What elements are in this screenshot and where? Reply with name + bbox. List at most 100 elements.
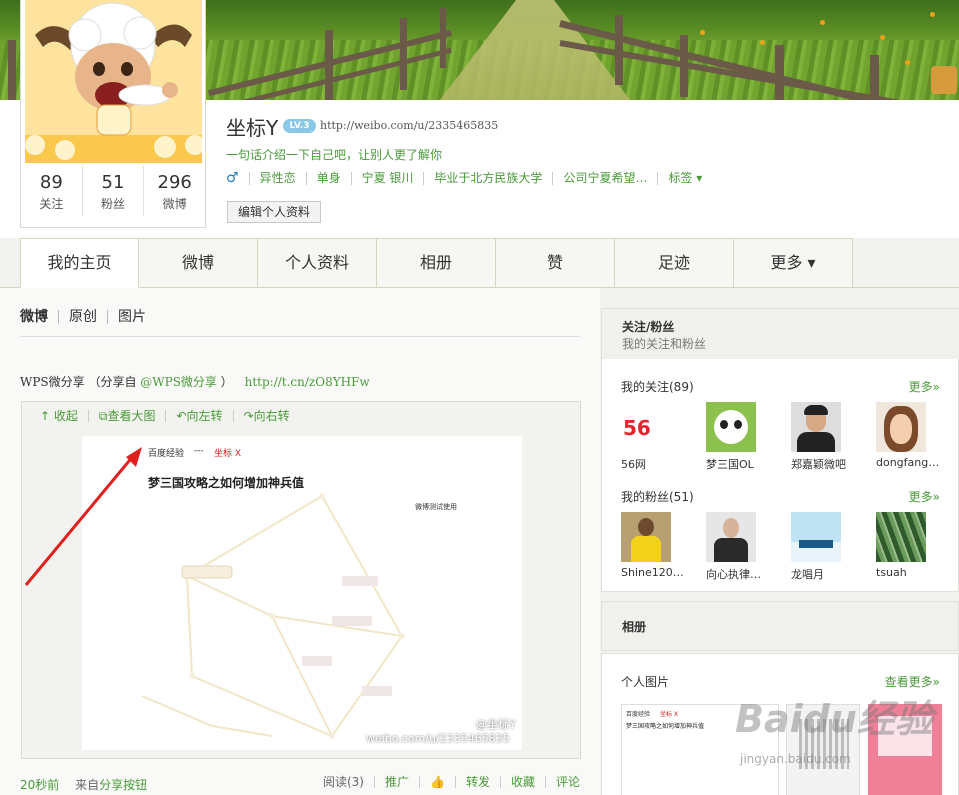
follow-box-subtitle: 我的关注和粉丝 — [622, 337, 707, 351]
profile-intro[interactable]: 一句话介绍一下自己吧，让别人更了解你 — [226, 146, 442, 163]
media-toolbar: ↑ 收起 ⧉查看大图 ↶向左转 ↷向右转 — [40, 410, 300, 422]
following-user-name: 56网 — [621, 458, 646, 471]
post-source-app[interactable]: 分享按钮 — [99, 778, 147, 792]
post-mention-link[interactable]: @WPS微分享 — [140, 375, 217, 389]
info-location[interactable]: 宁夏 银川 — [352, 172, 425, 185]
rotate-right-label: 向右转 — [253, 409, 290, 423]
info-tags-dropdown[interactable]: 标签 ▾ — [658, 172, 712, 185]
profile-info-row: ♂ 异性恋 单身 宁夏 银川 毕业于北方民族大学 公司宁夏希望… 标签 ▾ — [226, 171, 712, 185]
profile-stats: 89 关注 51 粉丝 296 微博 — [21, 166, 205, 216]
following-user[interactable]: dongfang… — [876, 402, 959, 472]
fan-user-name: Shine120… — [621, 566, 684, 579]
banner-fence-post — [775, 45, 784, 100]
fan-user-name: 龙唱月 — [791, 568, 824, 581]
banner-fence-post — [870, 55, 879, 100]
fan-user[interactable]: 向心执律… — [706, 512, 791, 582]
fan-user[interactable]: Shine120… — [621, 512, 706, 582]
tab-profile-info[interactable]: 个人资料 — [258, 238, 377, 288]
avatar[interactable] — [25, 0, 202, 163]
post-text-prefix: WPS微分享 （分享自 — [20, 375, 137, 389]
level-badge[interactable]: LV.3 — [283, 119, 316, 133]
banner-fence-post — [325, 30, 333, 100]
album-box: 相册 — [601, 601, 959, 651]
collapse-button[interactable]: ↑ 收起 — [40, 410, 89, 422]
forest-avatar-icon — [876, 512, 926, 562]
banner-fence-post — [8, 40, 16, 100]
banner-fence-post — [400, 18, 407, 90]
image-watermark-url: weibo.com/u/2335465835 — [366, 732, 510, 745]
tab-weibo[interactable]: 微博 — [139, 238, 258, 288]
view-large-button[interactable]: ⧉查看大图 — [89, 410, 167, 422]
edit-profile-button[interactable]: 编辑个人资料 — [227, 201, 321, 223]
feed-tab-pictures[interactable]: 图片 — [108, 310, 156, 324]
blue-scene-avatar-icon — [791, 512, 841, 562]
feed-tab-original[interactable]: 原创 — [59, 310, 108, 324]
image-source-label: 百度经验 — [148, 449, 185, 459]
photo-thumb-title: 梦三国攻略之如何增加神兵值 — [626, 723, 705, 730]
following-list: 56 56网 梦三国OL 郑嘉颖微吧 dongfang… — [621, 402, 959, 472]
post-text: WPS微分享 （分享自 @WPS微分享 ） http://t.cn/zO8YHF… — [20, 373, 370, 390]
yellow-shirt-avatar-icon — [621, 512, 671, 562]
tab-more[interactable]: 更多 ▾ — [734, 238, 853, 288]
56-logo-text: 56 — [623, 416, 651, 440]
post-time[interactable]: 20秒前 — [20, 778, 59, 792]
banner-flower — [930, 12, 935, 17]
56-logo-icon: 56 — [621, 402, 671, 452]
following-user[interactable]: 郑嘉颖微吧 — [791, 402, 876, 472]
feed-divider — [20, 336, 580, 337]
follow-box: 关注/粉丝 我的关注和粉丝 我的关注(89) 更多» 56 56网 梦三国OL … — [601, 308, 959, 592]
info-relationship[interactable]: 单身 — [307, 172, 352, 185]
avatar-card: 89 关注 51 粉丝 296 微博 — [20, 0, 206, 228]
banner-flower — [905, 60, 910, 65]
post-short-link[interactable]: http://t.cn/zO8YHFw — [245, 375, 370, 389]
stat-posts-label: 微博 — [162, 197, 187, 211]
info-orientation[interactable]: 异性恋 — [250, 172, 307, 185]
promote-button[interactable]: 推广 — [375, 776, 420, 788]
following-user[interactable]: 56 56网 — [621, 402, 706, 472]
repost-button[interactable]: 转发 — [456, 776, 501, 788]
feed-tab-all[interactable]: 微博 — [20, 310, 59, 324]
following-user-name: 梦三国OL — [706, 458, 754, 471]
baidu-watermark-url: jingyan.baidu.com — [740, 752, 851, 766]
tab-footprints[interactable]: 足迹 — [615, 238, 734, 288]
info-company[interactable]: 公司宁夏希望… — [553, 172, 659, 185]
image-note: 微博测试使用 — [415, 503, 457, 511]
favorite-button[interactable]: 收藏 — [501, 776, 546, 788]
fan-user[interactable]: 龙唱月 — [791, 512, 876, 582]
stat-following-label: 关注 — [39, 197, 64, 211]
banner-fence-post — [680, 35, 688, 97]
following-user-name: 郑嘉颖微吧 — [791, 458, 846, 471]
fan-user-name: 向心执律… — [706, 568, 761, 581]
gender-male-icon: ♂ — [226, 171, 250, 185]
tab-likes[interactable]: 赞 — [496, 238, 615, 288]
comment-button[interactable]: 评论 — [546, 776, 580, 788]
following-title[interactable]: 我的关注(89) — [621, 378, 694, 395]
tab-home[interactable]: 我的主页 — [20, 238, 139, 288]
image-title: 梦三国攻略之如何增加神兵值 — [148, 476, 305, 490]
photo-thumb-source: 百度经验 — [626, 711, 651, 718]
rotate-right-button[interactable]: ↷向右转 — [234, 410, 300, 422]
stat-fans-label: 粉丝 — [101, 197, 126, 211]
stat-posts[interactable]: 296 微博 — [144, 166, 205, 216]
fan-user[interactable]: tsuah — [876, 512, 959, 582]
fans-more-link[interactable]: 更多» — [909, 488, 940, 505]
profile-name: 坐标Y — [226, 116, 279, 140]
like-thumb-icon[interactable]: 👍 — [420, 776, 456, 788]
photo-thumb-author: 坐标 X — [660, 711, 679, 718]
tab-album[interactable]: 相册 — [377, 238, 496, 288]
image-separator: --- — [194, 446, 204, 456]
info-education[interactable]: 毕业于北方民族大学 — [424, 172, 554, 185]
rotate-left-button[interactable]: ↶向左转 — [166, 410, 234, 422]
panda-avatar-icon — [706, 402, 756, 452]
red-arrow-annotation — [24, 447, 142, 586]
profile-url[interactable]: http://weibo.com/u/2335465835 — [320, 119, 498, 132]
banner-corner-icon[interactable] — [931, 66, 957, 94]
banner-flower — [700, 30, 705, 35]
stat-following[interactable]: 89 关注 — [21, 166, 83, 216]
post-actions: 阅读(3) 推广 👍 转发 收藏 评论 — [313, 776, 580, 788]
fans-title[interactable]: 我的粉丝(51) — [621, 488, 694, 505]
banner-flower — [820, 20, 825, 25]
stat-fans[interactable]: 51 粉丝 — [83, 166, 145, 216]
following-user[interactable]: 梦三国OL — [706, 402, 791, 472]
following-more-link[interactable]: 更多» — [909, 378, 940, 395]
